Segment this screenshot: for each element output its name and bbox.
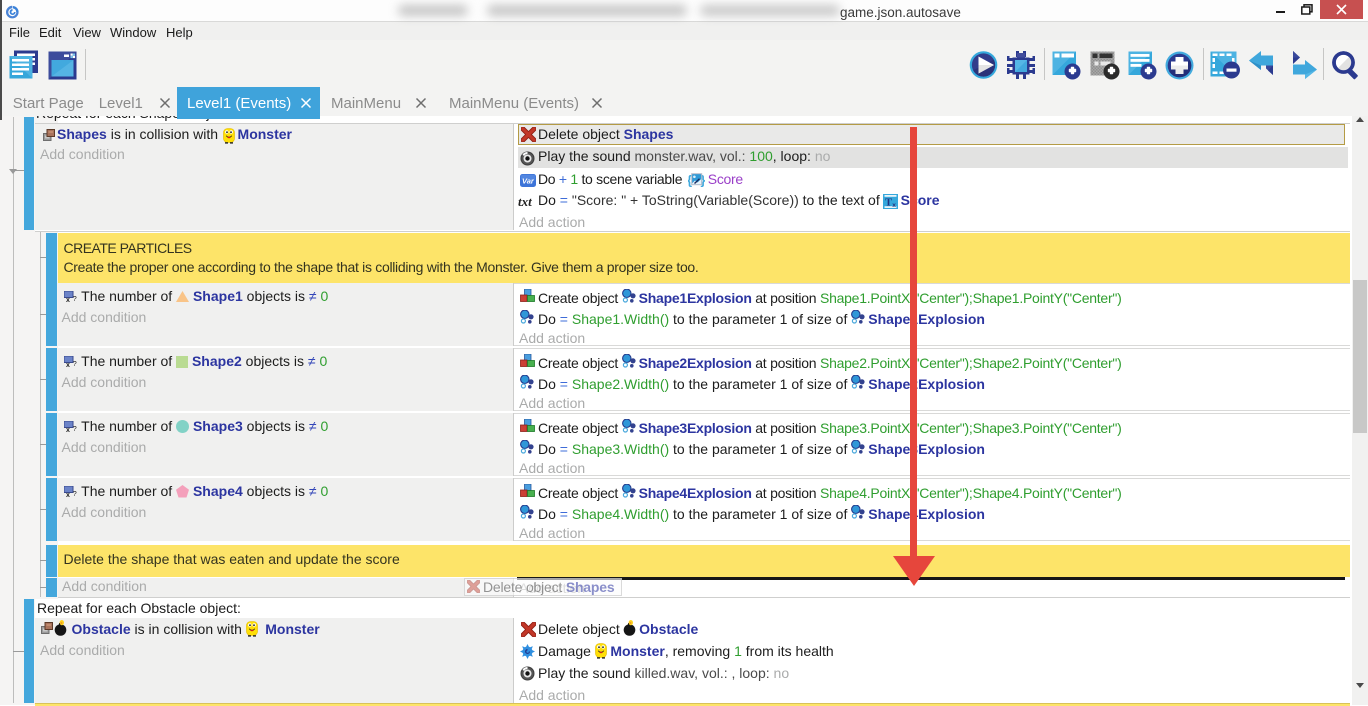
svg-text:?: ?	[72, 489, 76, 497]
svg-text:x: x	[66, 362, 70, 367]
svg-text:x: x	[66, 297, 70, 302]
svg-text:x: x	[66, 492, 70, 497]
svg-text:Var: Var	[522, 177, 535, 186]
svg-text:T: T	[885, 197, 892, 208]
svg-text:?: ?	[72, 359, 76, 367]
svg-text:x: x	[892, 202, 896, 209]
svg-text:x: x	[66, 427, 70, 432]
svg-text:?: ?	[72, 294, 76, 302]
svg-text:?: ?	[72, 424, 76, 432]
